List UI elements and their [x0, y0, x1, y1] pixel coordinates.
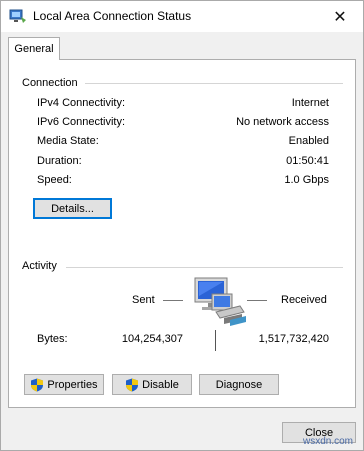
received-line: [247, 300, 267, 301]
details-button-label: Details...: [51, 202, 94, 215]
connection-heading: Connection: [22, 77, 78, 89]
tab-general[interactable]: General: [8, 37, 60, 60]
uac-shield-icon: [126, 378, 139, 391]
sent-line: [163, 300, 183, 301]
activity-separator: [215, 330, 216, 351]
window-title: Local Area Connection Status: [33, 9, 192, 23]
ipv6-value: No network access: [236, 116, 329, 128]
activity-heading: Activity: [22, 260, 57, 272]
details-button[interactable]: Details...: [33, 198, 112, 219]
close-window-button[interactable]: ✕: [317, 1, 363, 32]
bytes-sent-value: 104,254,307: [121, 333, 183, 345]
title-bar[interactable]: Local Area Connection Status ✕: [1, 1, 363, 32]
bytes-label: Bytes:: [37, 333, 68, 345]
media-state-value: Enabled: [288, 135, 329, 147]
disable-button[interactable]: Disable: [112, 374, 192, 395]
speed-value: 1.0 Gbps: [284, 174, 329, 186]
diagnose-button[interactable]: Diagnose: [199, 374, 279, 395]
received-label: Received: [281, 294, 327, 306]
media-state-label: Media State:: [37, 135, 99, 147]
ipv4-value: Internet: [291, 97, 329, 109]
network-adapter-icon: [9, 9, 26, 23]
sent-label: Sent: [132, 294, 155, 306]
general-panel: Connection IPv4 Connectivity: Internet I…: [8, 59, 356, 408]
duration-value: 01:50:41: [286, 155, 329, 167]
duration-label: Duration:: [37, 155, 82, 167]
diagnose-button-label: Diagnose: [215, 378, 263, 391]
properties-button[interactable]: Properties: [24, 374, 104, 395]
network-computers-icon: [194, 277, 246, 326]
activity-divider: [66, 267, 343, 268]
properties-button-label: Properties: [47, 378, 98, 391]
uac-shield-icon: [31, 378, 44, 391]
ipv6-label: IPv6 Connectivity:: [37, 116, 126, 128]
status-dialog: Local Area Connection Status ✕ General C…: [0, 0, 364, 451]
disable-button-label: Disable: [142, 378, 179, 391]
watermark-text: wsxdn.com: [302, 436, 353, 447]
bytes-received-value: 1,517,732,420: [258, 333, 329, 345]
connection-divider: [85, 83, 343, 84]
ipv4-label: IPv4 Connectivity:: [37, 97, 126, 109]
speed-label: Speed:: [37, 174, 72, 186]
